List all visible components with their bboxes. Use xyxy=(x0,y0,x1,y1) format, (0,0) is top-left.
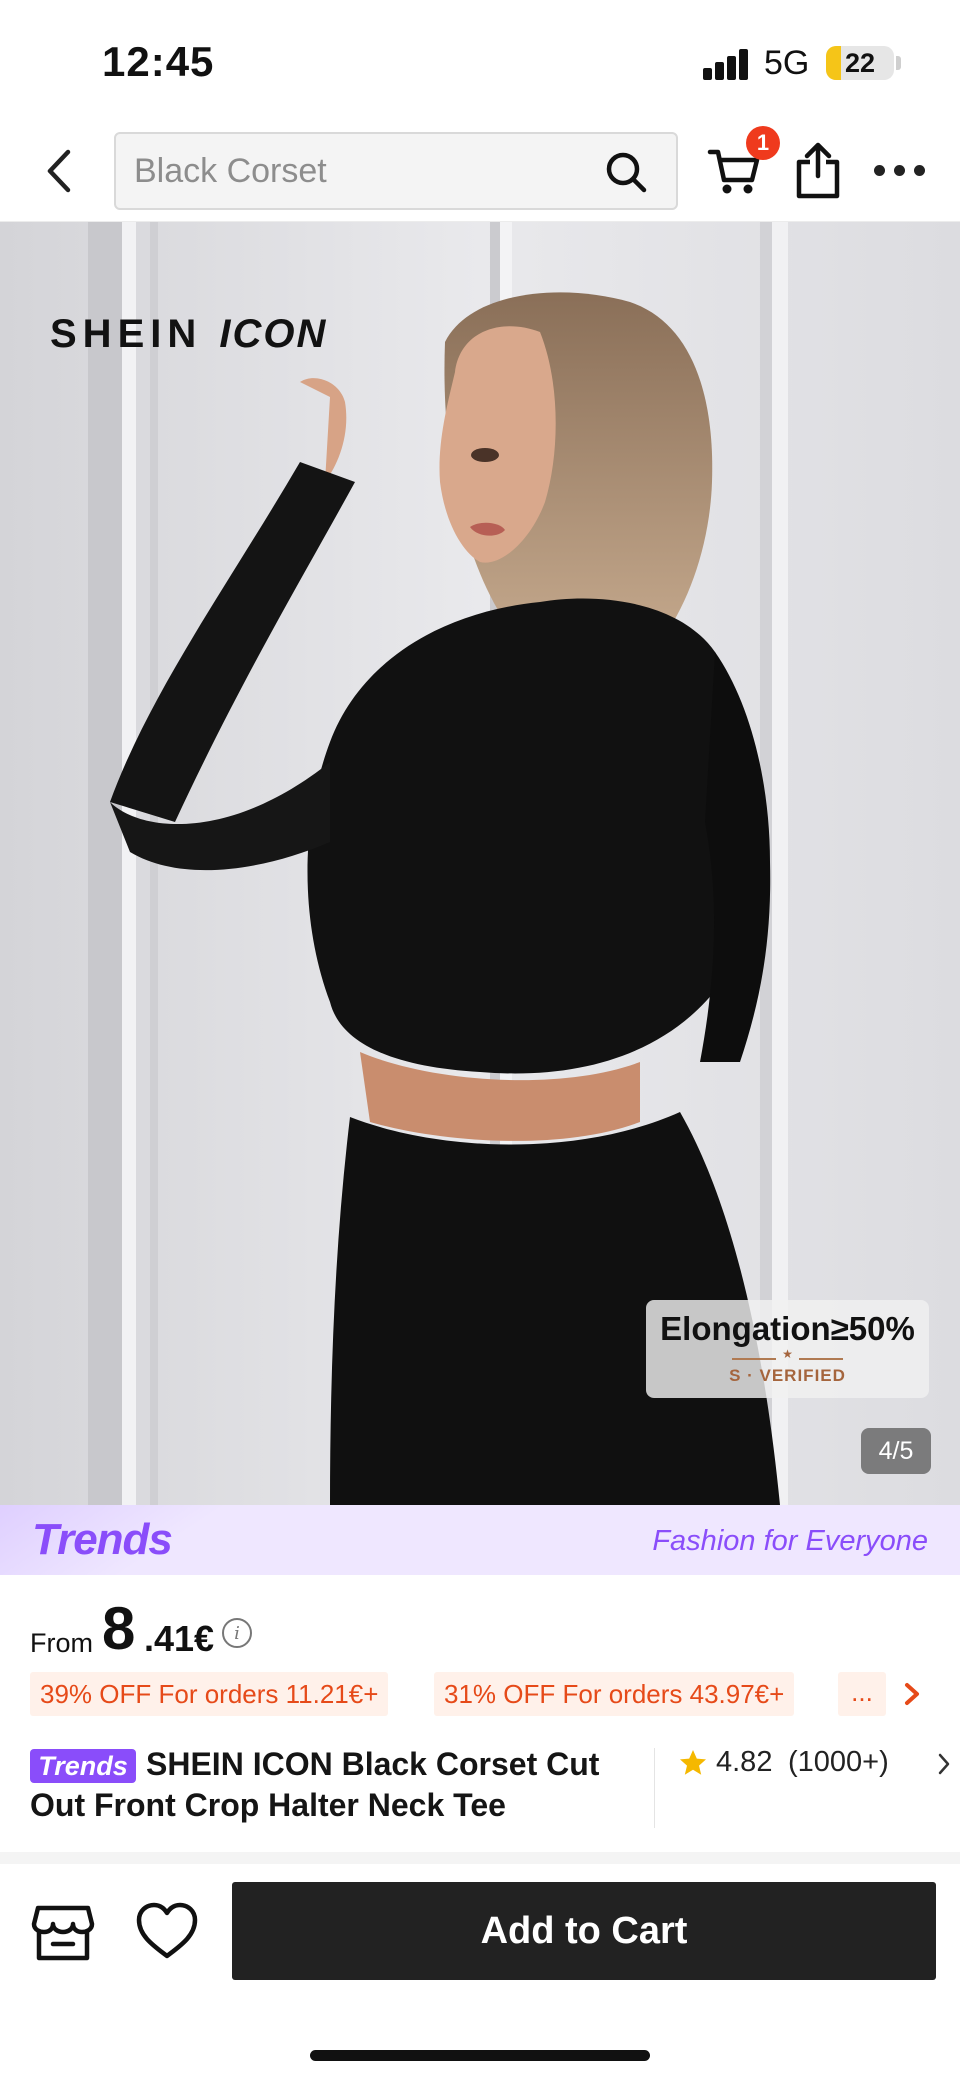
home-indicator xyxy=(310,2050,650,2061)
brand-logo: SHEIN ICON xyxy=(50,312,327,357)
star-icon xyxy=(680,1750,706,1775)
store-icon xyxy=(31,1905,95,1961)
promo-tag[interactable]: 31% OFF For orders 43.97€+ xyxy=(434,1672,795,1716)
search-input[interactable] xyxy=(134,148,594,194)
info-icon[interactable]: i xyxy=(222,1618,252,1648)
verified-label: S · VERIFIED xyxy=(729,1366,846,1385)
section-divider xyxy=(0,1852,960,1864)
trends-logo: Trends xyxy=(32,1515,173,1564)
promo-row[interactable]: 39% OFF For orders 11.21€+ 31% OFF For o… xyxy=(30,1672,930,1716)
brand-word: SHEIN xyxy=(50,312,203,356)
share-button[interactable] xyxy=(794,140,842,200)
badge-divider xyxy=(799,1358,843,1360)
price-prefix: From xyxy=(30,1628,93,1658)
add-to-cart-button[interactable]: Add to Cart xyxy=(232,1882,936,1980)
wishlist-button[interactable] xyxy=(134,1900,200,1962)
chevron-right-icon xyxy=(938,1753,950,1775)
trends-chip: Trends xyxy=(30,1749,136,1783)
share-icon xyxy=(796,142,840,199)
back-button[interactable] xyxy=(36,144,84,198)
promo-tag[interactable]: 39% OFF For orders 11.21€+ xyxy=(30,1672,389,1716)
product-image[interactable]: SHEIN ICON Elongation≥50% ★ S · VERIFIED… xyxy=(0,222,960,1505)
battery-cap xyxy=(896,56,901,70)
network-label: 5G xyxy=(764,44,810,82)
status-bar: 12:45 5G 22 xyxy=(0,0,960,120)
image-pager: 4/5 xyxy=(861,1428,931,1474)
product-title-row: SHEIN ICON Black Corset Cut Out Front Cr… xyxy=(30,1744,950,1836)
price-integer: 8 xyxy=(102,1595,136,1662)
battery-icon: 22 xyxy=(826,46,894,80)
more-icon[interactable] xyxy=(874,162,926,180)
signal-icon xyxy=(703,48,749,80)
search-bar[interactable] xyxy=(114,132,678,210)
brand-icon-word: ICON xyxy=(219,312,328,356)
chevron-left-icon xyxy=(47,149,71,193)
search-icon[interactable] xyxy=(604,150,648,194)
elongation-title: Elongation≥50% xyxy=(660,1310,915,1347)
store-button[interactable] xyxy=(30,1898,96,1964)
bottom-action-bar: Add to Cart xyxy=(0,1864,960,2078)
trends-slogan: Fashion for Everyone xyxy=(652,1525,928,1557)
price-section: From 8 .41€ i xyxy=(30,1594,930,1664)
status-time: 12:45 xyxy=(102,38,215,85)
review-count: (1000+) xyxy=(788,1746,889,1778)
trends-banner[interactable]: Trends Fashion for Everyone xyxy=(0,1505,960,1575)
product-header: 1 xyxy=(0,120,960,222)
chevron-right-icon[interactable] xyxy=(900,1680,924,1708)
badge-star-icon: ★ xyxy=(782,1347,793,1361)
heart-icon xyxy=(136,1902,198,1959)
rating-score: 4.82 xyxy=(716,1746,773,1778)
elongation-badge: Elongation≥50% ★ S · VERIFIED xyxy=(646,1300,929,1398)
promo-more[interactable]: ... xyxy=(838,1672,886,1716)
cart-badge: 1 xyxy=(746,126,780,160)
price-decimal: .41€ xyxy=(144,1618,215,1659)
divider xyxy=(654,1748,655,1828)
battery-level: 22 xyxy=(844,48,876,78)
